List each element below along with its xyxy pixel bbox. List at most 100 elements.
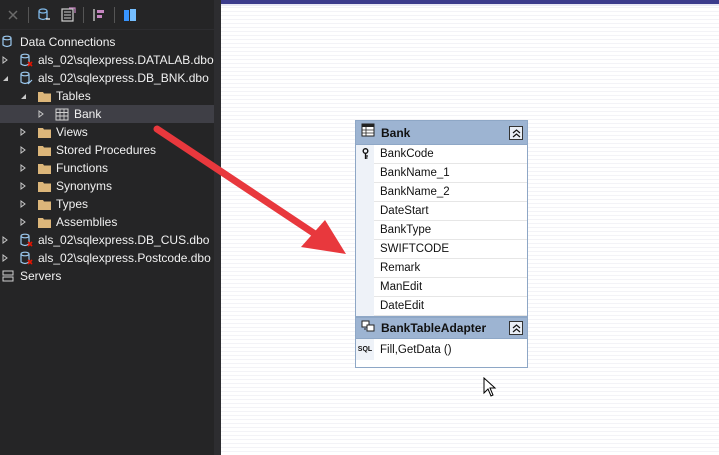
datatable-column-row[interactable]: BankCode (356, 144, 527, 164)
tree-node[interactable]: Views (0, 123, 214, 141)
expand-arrow-icon[interactable] (0, 231, 10, 249)
sql-query-icon: SQL (356, 339, 374, 360)
folder-icon (36, 142, 52, 158)
column-gutter (356, 220, 374, 240)
datatable-column-row[interactable]: ManEdit (356, 277, 527, 297)
explorer-toolbar (0, 0, 214, 30)
bank-datatable[interactable]: Bank BankCode BankName_1 BankName_2 DateSta… (355, 120, 528, 368)
tree-node[interactable]: als_02\sqlexpress.DATALAB.dbo (0, 51, 214, 69)
column-name: SWIFTCODE (380, 243, 449, 255)
tree-node[interactable]: als_02\sqlexpress.Postcode.dbo (0, 249, 214, 267)
tree-node-label: Stored Procedures (56, 143, 157, 157)
tree-node-label: Bank (74, 107, 102, 121)
column-name: BankName_2 (380, 186, 450, 198)
database-error-icon (18, 232, 34, 248)
folder-icon (36, 160, 52, 176)
column-gutter (356, 201, 374, 221)
collapse-datatable-button[interactable] (509, 125, 523, 140)
tree-node-label: Views (56, 125, 88, 139)
delete-icon[interactable] (4, 6, 22, 24)
ide-window: Data Connections als_02\sqlexpress.DATALA… (0, 0, 719, 455)
tree-node[interactable]: Data Connections (0, 33, 214, 51)
primary-key-icon (356, 144, 374, 164)
collapse-arrow-icon[interactable] (0, 69, 10, 87)
data-connections-icon (0, 34, 16, 50)
table-icon (54, 106, 70, 122)
expand-arrow-icon[interactable] (0, 249, 10, 267)
column-name: BankType (380, 224, 432, 236)
azure-icon[interactable] (121, 6, 139, 24)
tree-node[interactable]: Servers (0, 267, 214, 285)
folder-icon (36, 178, 52, 194)
pane-splitter[interactable] (214, 0, 221, 455)
tree-node[interactable]: Types (0, 195, 214, 213)
toolbar-separator (114, 6, 115, 23)
tree-node-label: Functions (56, 161, 109, 175)
connect-database-icon[interactable] (35, 6, 53, 24)
column-gutter (356, 182, 374, 202)
column-name: BankName_1 (380, 167, 450, 179)
column-name: DateEdit (380, 300, 425, 312)
expand-arrow-icon[interactable] (18, 213, 28, 231)
filter-icon[interactable] (90, 6, 108, 24)
datatable-column-row[interactable]: DateEdit (356, 296, 527, 316)
dataset-designer-surface[interactable]: Bank BankCode BankName_1 BankName_2 DateSta… (221, 0, 719, 455)
database-icon (18, 70, 34, 86)
tree-node[interactable]: Bank (0, 105, 214, 123)
query-name: Fill,GetData () (380, 343, 452, 356)
toolbar-separator (28, 6, 29, 23)
collapse-arrow-icon[interactable] (18, 87, 28, 105)
column-gutter (356, 296, 374, 316)
column-name: BankCode (380, 148, 434, 160)
tree-node-label: Servers (20, 269, 62, 283)
datatable-column-row[interactable]: BankName_2 (356, 182, 527, 202)
tree-node[interactable]: Tables (0, 87, 214, 105)
tree-node-label: Synonyms (56, 179, 113, 193)
folder-icon (36, 196, 52, 212)
tree-node[interactable]: Synonyms (0, 177, 214, 195)
collapse-tableadapter-button[interactable] (509, 321, 523, 335)
expand-arrow-icon[interactable] (0, 51, 10, 69)
datatable-column-row[interactable]: SWIFTCODE (356, 239, 527, 259)
expand-arrow-icon[interactable] (18, 123, 28, 141)
datatable-title: Bank (381, 125, 411, 140)
column-name: ManEdit (380, 281, 423, 293)
tree-node[interactable]: Stored Procedures (0, 141, 214, 159)
database-error-icon (18, 250, 34, 266)
datatable-column-row[interactable]: DateStart (356, 201, 527, 221)
designer-ruler (221, 4, 719, 6)
datatable-column-row[interactable]: BankType (356, 220, 527, 240)
folder-icon (36, 88, 52, 104)
mouse-cursor-icon (483, 377, 497, 397)
tree-node-label: als_02\sqlexpress.DATALAB.dbo (38, 53, 214, 67)
tableadapter-title: BankTableAdapter (381, 321, 487, 335)
server-explorer-pane: Data Connections als_02\sqlexpress.DATALA… (0, 0, 214, 455)
tree-node[interactable]: als_02\sqlexpress.DB_BNK.dbo (0, 69, 214, 87)
query-row[interactable]: SQL Fill,GetData () (356, 339, 527, 360)
column-gutter (356, 277, 374, 297)
datatable-column-row[interactable]: Remark (356, 258, 527, 278)
tree-node-label: Data Connections (20, 35, 116, 49)
tree-node-label: als_02\sqlexpress.DB_BNK.dbo (38, 71, 209, 85)
expand-arrow-icon[interactable] (18, 159, 28, 177)
database-error-icon (18, 52, 34, 68)
datatable-columns: BankCode BankName_1 BankName_2 DateStart Ban… (356, 144, 527, 316)
expand-arrow-icon[interactable] (18, 177, 28, 195)
tree-node[interactable]: Functions (0, 159, 214, 177)
connect-server-icon[interactable] (59, 6, 77, 24)
tableadapter-icon (361, 319, 375, 338)
tree-node-label: Assemblies (56, 215, 118, 229)
expand-arrow-icon[interactable] (18, 195, 28, 213)
column-gutter (356, 258, 374, 278)
datatable-header[interactable]: Bank (356, 121, 527, 145)
tableadapter-header[interactable]: BankTableAdapter (356, 316, 527, 339)
expand-arrow-icon[interactable] (36, 105, 46, 123)
column-gutter (356, 239, 374, 259)
tree-node[interactable]: als_02\sqlexpress.DB_CUS.dbo (0, 231, 214, 249)
tree-node[interactable]: Assemblies (0, 213, 214, 231)
servers-icon (0, 268, 16, 284)
expand-arrow-icon[interactable] (18, 141, 28, 159)
folder-icon (36, 214, 52, 230)
datatable-column-row[interactable]: BankName_1 (356, 163, 527, 183)
tree-node-label: Types (56, 197, 89, 211)
